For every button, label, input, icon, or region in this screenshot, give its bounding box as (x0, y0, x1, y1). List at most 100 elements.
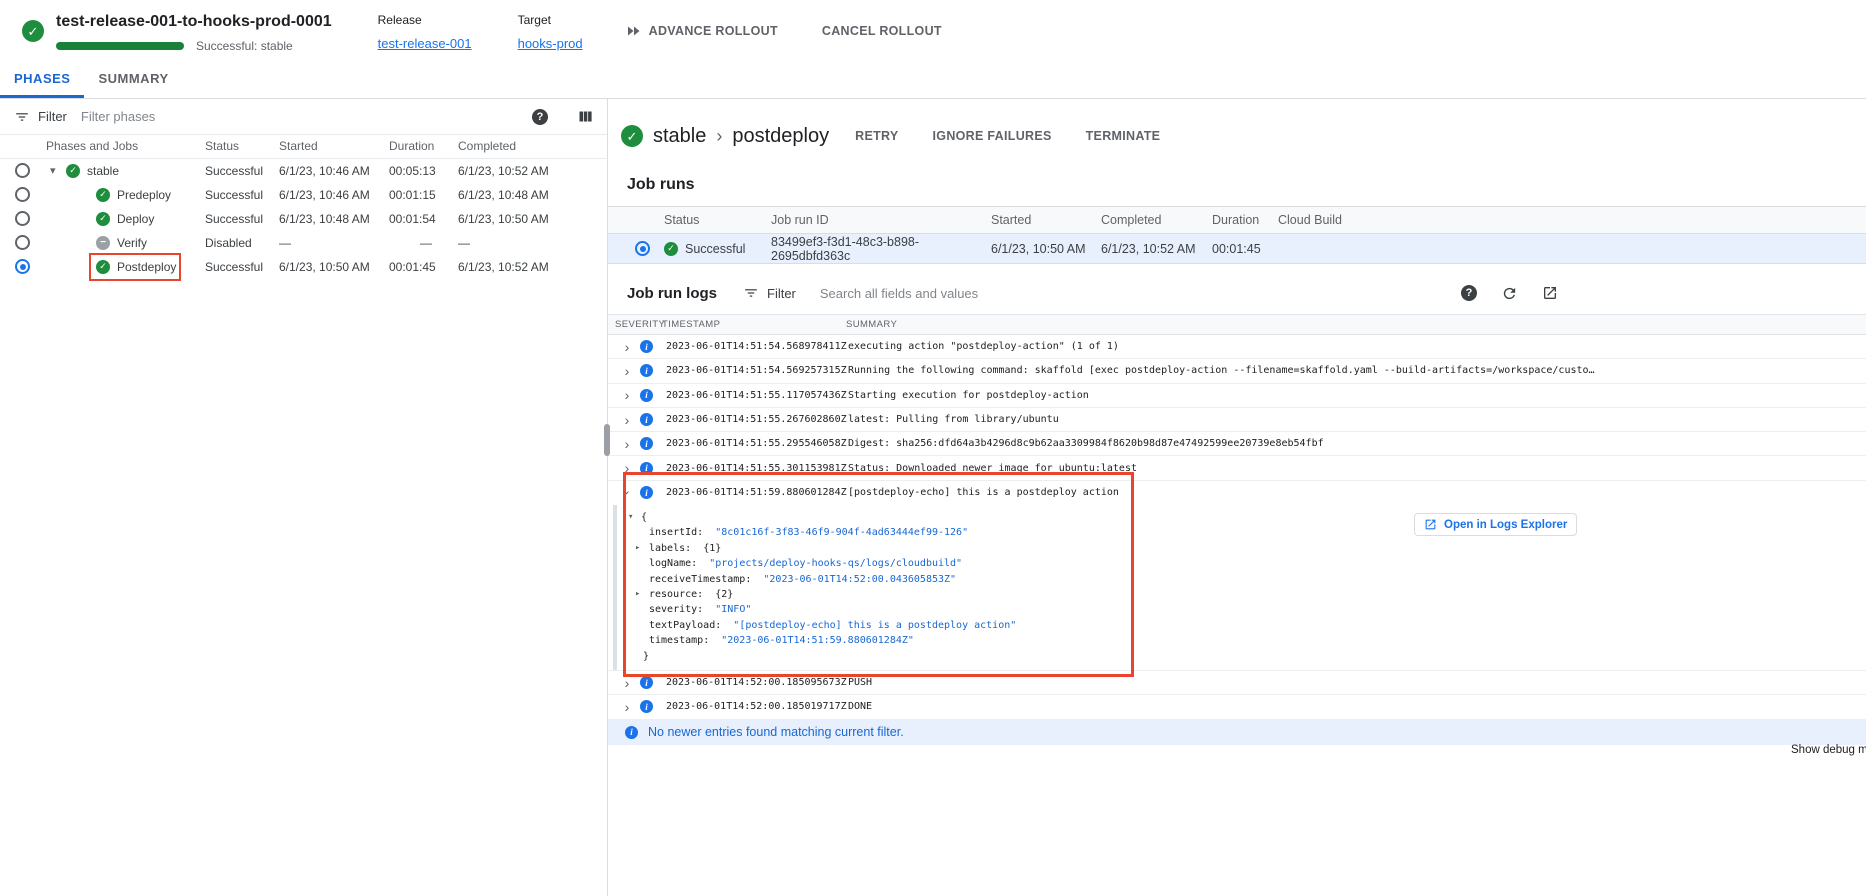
log-summary: DONE (848, 701, 1866, 712)
expand-chevron-icon[interactable]: › (621, 676, 633, 690)
help-icon[interactable]: ? (1461, 285, 1477, 301)
json-value: "INFO" (715, 604, 751, 615)
expand-chevron-icon[interactable]: › (621, 461, 633, 475)
json-value: "2023-06-01T14:51:59.880601284Z" (721, 635, 914, 646)
expand-chevron-icon[interactable]: › (621, 340, 633, 354)
open-in-new-icon (1424, 518, 1437, 531)
filter-icon[interactable] (743, 285, 759, 301)
open-in-new-icon[interactable] (1542, 285, 1558, 301)
collapse-chevron-icon[interactable]: › (620, 487, 634, 499)
phases-filter-bar: Filter ? (0, 99, 607, 135)
retry-button[interactable]: RETRY (855, 129, 898, 143)
job-detail-header: ✓ stable › postdeploy RETRY IGNORE FAILU… (621, 123, 1866, 149)
target-label: Target (518, 13, 583, 27)
log-entry[interactable]: › i 2023-06-01T14:51:55.267602860Z lates… (608, 408, 1866, 432)
phase-radio[interactable] (15, 163, 30, 178)
job-row-deploy[interactable]: ✓ Deploy Successful 6/1/23, 10:48 AM 00:… (0, 207, 608, 231)
expand-chevron-icon[interactable]: › (621, 437, 633, 451)
job-started: 6/1/23, 10:48 AM (279, 207, 389, 231)
job-row-postdeploy[interactable]: ✓ Postdeploy Successful 6/1/23, 10:50 AM… (0, 255, 608, 279)
collapse-caret-icon[interactable]: ▾ (50, 164, 64, 177)
filter-phases-input[interactable] (81, 109, 532, 124)
log-entry[interactable]: › i 2023-06-01T14:51:55.295546058Z Diges… (608, 432, 1866, 456)
target-link[interactable]: hooks-prod (518, 36, 583, 51)
col-summary: SUMMARY (846, 319, 1866, 330)
job-status: Successful (205, 255, 279, 279)
log-timestamp: 2023-06-01T14:52:00.185019717Z (666, 701, 848, 712)
json-collapse-icon[interactable]: ▾ (628, 510, 633, 525)
ignore-failures-button[interactable]: IGNORE FAILURES (933, 129, 1052, 143)
json-value: {1} (703, 543, 721, 554)
release-link[interactable]: test-release-001 (378, 36, 472, 51)
phases-table: Phases and Jobs Status Started Duration … (0, 135, 608, 279)
job-runs-header-row: Status Job run ID Started Completed Dura… (608, 207, 1866, 234)
column-options-icon[interactable] (578, 109, 593, 124)
info-severity-icon: i (640, 462, 653, 475)
job-radio[interactable] (15, 211, 30, 226)
log-entry-expanded[interactable]: › i 2023-06-01T14:51:59.880601284Z [post… (608, 481, 1866, 505)
expand-chevron-icon[interactable]: › (621, 413, 633, 427)
terminate-button[interactable]: TERMINATE (1086, 129, 1161, 143)
job-radio[interactable] (15, 187, 30, 202)
refresh-icon[interactable] (1501, 285, 1518, 302)
expand-chevron-icon[interactable]: › (621, 700, 633, 714)
log-entry[interactable]: › i 2023-06-01T14:52:00.185019717Z DONE (608, 695, 1866, 719)
filter-icon[interactable] (14, 109, 30, 125)
job-success-icon: ✓ (621, 125, 643, 147)
phase-duration: 00:05:13 (389, 158, 458, 183)
open-logs-explorer-button[interactable]: Open in Logs Explorer (1414, 513, 1577, 536)
job-name: Deploy (117, 212, 154, 226)
left-panel-scrollbar[interactable] (604, 424, 610, 456)
job-completed: — (458, 231, 608, 255)
job-name: Verify (117, 236, 147, 250)
release-label: Release (378, 13, 472, 27)
json-expand-icon[interactable]: ▸ (635, 541, 640, 556)
open-logs-explorer-label: Open in Logs Explorer (1444, 519, 1567, 531)
log-summary: executing action "postdeploy-action" (1 … (848, 341, 1866, 352)
job-radio-selected[interactable] (15, 259, 30, 274)
log-entry[interactable]: › i 2023-06-01T14:51:55.117057436Z Start… (608, 384, 1866, 408)
log-summary: Status: Downloaded newer image for ubunt… (848, 463, 1866, 474)
info-severity-icon: i (640, 676, 653, 689)
phase-row-stable[interactable]: ▾ ✓ stable Successful 6/1/23, 10:46 AM 0… (0, 158, 608, 183)
success-icon: ✓ (96, 260, 110, 274)
rollout-tabs: PHASES SUMMARY (0, 62, 1866, 99)
job-run-row[interactable]: ✓ Successful 83499ef3-f3d1-48c3-b898-269… (608, 234, 1866, 264)
success-icon: ✓ (664, 242, 678, 256)
advance-rollout-label: ADVANCE ROLLOUT (649, 24, 778, 38)
json-expand-icon[interactable]: ▸ (635, 587, 640, 602)
release-info: Release test-release-001 (378, 10, 472, 53)
job-radio[interactable] (15, 235, 30, 250)
rollout-success-icon: ✓ (22, 20, 44, 42)
log-entry[interactable]: › i 2023-06-01T14:51:54.568978411Z execu… (608, 335, 1866, 359)
tab-phases[interactable]: PHASES (0, 62, 84, 98)
info-icon: i (625, 726, 638, 739)
cloud-deploy-rollout-page: ✓ test-release-001-to-hooks-prod-0001 Su… (0, 0, 1866, 896)
help-icon[interactable]: ? (532, 109, 548, 125)
show-debug-toggle[interactable]: Show debug messages (1791, 744, 1866, 756)
job-run-radio-selected[interactable] (635, 241, 650, 256)
job-row-verify[interactable]: − Verify Disabled — — — (0, 231, 608, 255)
expand-chevron-icon[interactable]: › (621, 388, 633, 402)
log-entry[interactable]: › i 2023-06-01T14:52:00.185095673Z PUSH (608, 671, 1866, 695)
rollout-title: test-release-001-to-hooks-prod-0001 (56, 13, 332, 31)
rollout-header: ✓ test-release-001-to-hooks-prod-0001 Su… (0, 0, 1866, 62)
info-severity-icon: i (640, 700, 653, 713)
tab-summary[interactable]: SUMMARY (84, 62, 182, 98)
cancel-rollout-button[interactable]: CANCEL ROLLOUT (822, 24, 942, 38)
job-status: Successful (205, 207, 279, 231)
job-status: Successful (205, 183, 279, 207)
json-key: labels (649, 543, 691, 554)
job-row-predeploy[interactable]: ✓ Predeploy Successful 6/1/23, 10:46 AM … (0, 183, 608, 207)
expand-chevron-icon[interactable]: › (621, 364, 633, 378)
job-detail-panel: ✓ stable › postdeploy RETRY IGNORE FAILU… (608, 99, 1866, 896)
job-duration: 00:01:15 (389, 183, 458, 207)
log-entry[interactable]: › i 2023-06-01T14:51:55.301153981Z Statu… (608, 456, 1866, 480)
col-radio (608, 207, 664, 234)
info-severity-icon: i (640, 486, 653, 499)
advance-rollout-button[interactable]: ADVANCE ROLLOUT (627, 24, 778, 38)
phase-started: 6/1/23, 10:46 AM (279, 158, 389, 183)
log-entry[interactable]: › i 2023-06-01T14:51:54.569257315Z Runni… (608, 359, 1866, 383)
breadcrumb-phase: stable (653, 125, 706, 148)
logs-search-input[interactable] (820, 286, 1461, 301)
